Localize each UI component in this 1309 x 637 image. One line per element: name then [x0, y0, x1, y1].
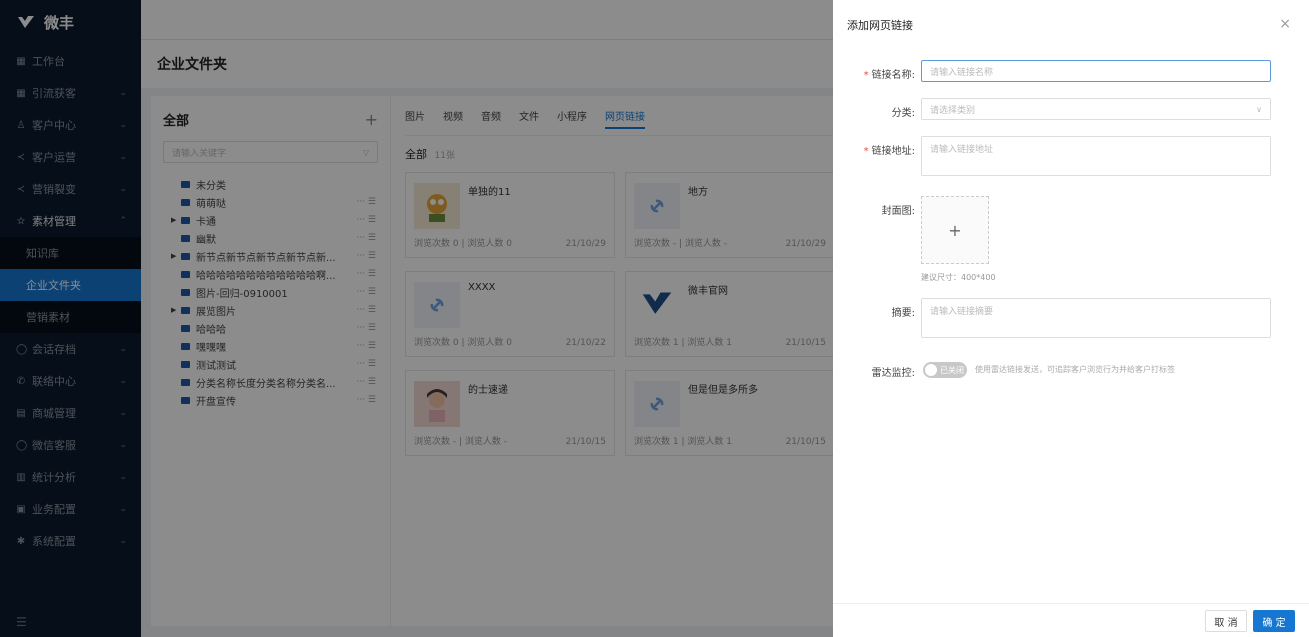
drawer-title: 添加网页链接 — [847, 19, 913, 32]
form-row-cover: 封面图: — [833, 202, 919, 217]
close-icon[interactable]: × — [1279, 16, 1291, 32]
toggle-knob — [925, 364, 937, 376]
cover-label: 封面图: — [881, 206, 915, 217]
cover-upload-button[interactable]: + — [921, 196, 989, 264]
category-label: 分类: — [891, 108, 915, 119]
name-label: 链接名称: — [871, 70, 915, 81]
url-label: 链接地址: — [871, 146, 915, 157]
drawer-footer: 取 消 确 定 — [833, 603, 1309, 637]
category-placeholder: 请选择类别 — [930, 105, 976, 116]
add-link-drawer: 添加网页链接 × * 链接名称: 请输入链接名称 分类: 请选择类别 ∨ * 链接地… — [833, 0, 1309, 637]
link-name-input[interactable]: 请输入链接名称 — [921, 60, 1271, 82]
summary-textarea[interactable]: 请输入链接摘要 — [921, 298, 1271, 338]
toggle-text: 已关闭 — [940, 365, 964, 375]
link-url-textarea[interactable]: 请输入链接地址 — [921, 136, 1271, 176]
link-url-placeholder: 请输入链接地址 — [930, 145, 994, 155]
form-row-summary: 摘要: — [833, 304, 919, 319]
form-row-category: 分类: — [833, 104, 919, 119]
radar-description: 使用雷达链接发送，可追踪客户浏览行为并给客户打标签 — [975, 365, 1175, 374]
cover-size-hint: 建议尺寸：400*400 — [921, 273, 996, 282]
form-row-url: * 链接地址: — [833, 142, 919, 157]
category-select[interactable]: 请选择类别 ∨ — [921, 98, 1271, 120]
radar-toggle[interactable]: 已关闭 — [923, 362, 967, 378]
form-row-radar: 雷达监控: — [833, 364, 919, 379]
chevron-down-icon: ∨ — [1256, 104, 1262, 114]
required-mark: * — [863, 146, 869, 157]
link-name-placeholder: 请输入链接名称 — [930, 67, 994, 78]
modal-mask[interactable] — [0, 0, 833, 637]
form-row-name: * 链接名称: — [833, 66, 919, 81]
cancel-button[interactable]: 取 消 — [1205, 610, 1247, 632]
required-mark: * — [863, 70, 869, 81]
summary-label: 摘要: — [891, 308, 915, 319]
radar-label: 雷达监控: — [871, 368, 915, 379]
summary-placeholder: 请输入链接摘要 — [930, 307, 994, 317]
confirm-button[interactable]: 确 定 — [1253, 610, 1295, 632]
